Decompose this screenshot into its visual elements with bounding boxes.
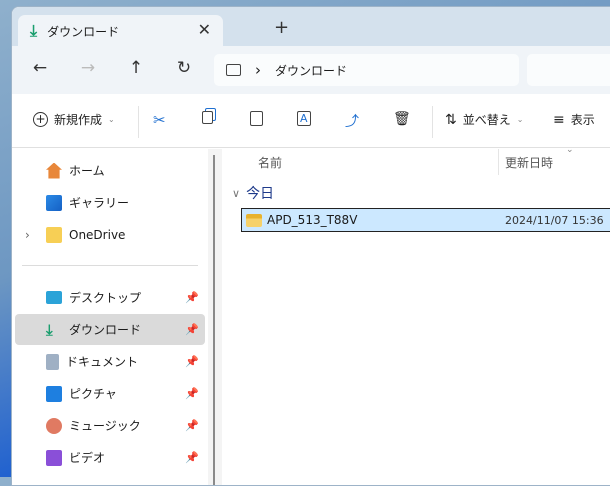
file-row[interactable]: APD_513_T88V 2024/11/07 15:36 xyxy=(241,208,610,232)
sidebar-item-label: OneDrive xyxy=(69,227,126,242)
zip-folder-icon xyxy=(246,213,262,227)
copy-icon[interactable] xyxy=(202,111,213,124)
sidebar-item-home[interactable]: ホーム xyxy=(15,155,205,186)
pin-icon[interactable]: 📌 xyxy=(185,387,199,400)
breadcrumb-separator: › xyxy=(255,61,261,79)
delete-icon[interactable]: 🗑 xyxy=(393,111,411,127)
address-row: ← → ↑ ↻ › ダウンロード xyxy=(12,46,610,94)
pin-icon[interactable]: 📌 xyxy=(185,419,199,432)
divider xyxy=(22,265,198,266)
download-icon: ⤓ xyxy=(30,21,38,40)
sidebar-item-label: ピクチャ xyxy=(69,387,117,401)
pin-icon[interactable]: 📌 xyxy=(185,451,199,464)
sidebar-item-label: ギャラリー xyxy=(69,196,130,210)
pin-icon[interactable]: 📌 xyxy=(185,323,199,336)
chevron-down-icon: ⌄ xyxy=(108,115,115,124)
up-button[interactable]: ↑ xyxy=(124,58,148,78)
file-list: 名前 更新日時 ⌄ ∨ 今日 APD_513_T88V 2024/11/07 1… xyxy=(222,145,610,485)
column-divider[interactable] xyxy=(498,149,499,175)
download-icon: ⤓ xyxy=(46,320,53,339)
column-header-name[interactable]: 名前 xyxy=(258,154,282,171)
sidebar-item-videos[interactable]: ビデオ 📌 xyxy=(15,442,205,473)
sort-label: 並べ替え xyxy=(462,113,511,127)
sort-icon: ⇅ xyxy=(445,111,457,128)
paste-icon[interactable] xyxy=(250,111,263,126)
tab-title: ダウンロード xyxy=(47,24,120,39)
sidebar-item-label: デスクトップ xyxy=(69,291,142,305)
sidebar-item-label: ホーム xyxy=(69,164,105,178)
new-label: 新規作成 xyxy=(54,113,103,127)
group-label: 今日 xyxy=(246,186,275,202)
search-box[interactable] xyxy=(527,54,610,86)
pictures-icon xyxy=(46,385,62,402)
navigation-scrollbar[interactable] xyxy=(208,149,222,485)
video-icon xyxy=(46,449,62,466)
cut-icon[interactable]: ✂ xyxy=(153,111,166,129)
file-name: APD_513_T88V xyxy=(267,213,358,227)
refresh-button[interactable]: ↻ xyxy=(172,58,196,78)
gallery-icon xyxy=(46,194,62,211)
tab-bar: ⤓ ダウンロード ✕ + xyxy=(12,7,610,47)
sidebar-item-documents[interactable]: ドキュメント 📌 xyxy=(15,346,205,377)
chevron-down-icon: ⌄ xyxy=(516,115,524,124)
folder-icon xyxy=(46,226,62,243)
music-icon xyxy=(46,417,62,434)
divider xyxy=(138,106,139,138)
new-tab-button[interactable]: + xyxy=(274,17,289,38)
back-button[interactable]: ← xyxy=(28,58,52,78)
file-modified: 2024/11/07 15:36 xyxy=(505,213,604,227)
address-bar[interactable]: › ダウンロード xyxy=(214,54,519,86)
tab-downloads[interactable]: ⤓ ダウンロード ✕ xyxy=(18,15,223,47)
pin-icon[interactable]: 📌 xyxy=(185,355,199,368)
navigation-pane: ホーム ギャラリー › OneDrive デスクトップ 📌 ⤓ ダウンロード 📌 ドキュ… xyxy=(12,149,208,485)
new-button[interactable]: + 新規作成 ⌄ xyxy=(33,111,115,128)
sidebar-item-onedrive[interactable]: › OneDrive xyxy=(15,219,205,250)
sidebar-item-label: ドキュメント xyxy=(66,355,139,369)
sidebar-item-desktop[interactable]: デスクトップ 📌 xyxy=(15,282,205,313)
close-tab-icon[interactable]: ✕ xyxy=(198,20,211,39)
divider xyxy=(432,106,433,138)
view-button[interactable]: ≡ 表示 xyxy=(553,111,595,128)
breadcrumb-downloads[interactable]: ダウンロード xyxy=(275,62,347,79)
document-icon xyxy=(46,353,59,370)
view-label: 表示 xyxy=(570,113,595,127)
desktop-icon xyxy=(46,291,62,304)
column-header-modified[interactable]: 更新日時 xyxy=(505,154,553,171)
rename-icon[interactable]: A xyxy=(297,111,311,126)
pin-icon[interactable]: 📌 xyxy=(185,291,199,304)
scrollbar-thumb[interactable] xyxy=(213,155,215,485)
command-bar: + 新規作成 ⌄ ✂ A ⤴ 🗑 ⇅ 並べ替え ⌄ ≡ 表示 xyxy=(12,94,610,148)
sidebar-item-gallery[interactable]: ギャラリー xyxy=(15,187,205,218)
chevron-down-icon: ∨ xyxy=(232,186,241,200)
group-header-today[interactable]: ∨ 今日 xyxy=(232,183,274,203)
computer-icon xyxy=(226,64,241,76)
sidebar-item-label: ダウンロード xyxy=(69,323,142,337)
forward-button[interactable]: → xyxy=(76,58,100,78)
file-explorer-window: ⤓ ダウンロード ✕ + ← → ↑ ↻ › ダウンロード + 新規作成 ⌄ ✂… xyxy=(11,6,610,486)
sort-chevron-icon: ⌄ xyxy=(566,145,574,155)
sidebar-item-label: ビデオ xyxy=(69,451,106,465)
share-icon[interactable]: ⤴ xyxy=(345,111,359,131)
sidebar-item-downloads[interactable]: ⤓ ダウンロード 📌 xyxy=(15,314,205,345)
view-list-icon: ≡ xyxy=(553,111,565,128)
sidebar-item-label: ミュージック xyxy=(69,419,141,433)
plus-circle-icon: + xyxy=(33,112,48,127)
sort-button[interactable]: ⇅ 並べ替え ⌄ xyxy=(445,111,523,128)
sidebar-item-music[interactable]: ミュージック 📌 xyxy=(15,410,205,441)
home-icon xyxy=(46,162,62,179)
sidebar-item-pictures[interactable]: ピクチャ 📌 xyxy=(15,378,205,409)
chevron-right-icon[interactable]: › xyxy=(25,228,30,242)
